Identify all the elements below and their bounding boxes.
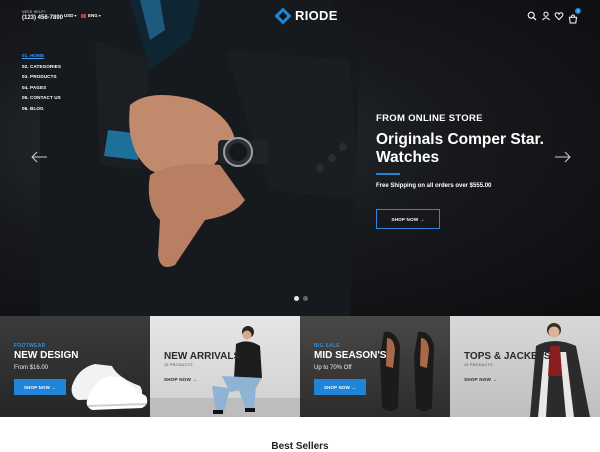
hero-content: FROM ONLINE STORE Originals Comper Star.…: [376, 113, 576, 189]
main-nav: 01. HOME 02. CATEGORIES 03. PRODUCTS 04.…: [22, 53, 82, 117]
banner-mid-season[interactable]: BIG SALE MID SEASON'S Up to 70% Off SHOP…: [300, 316, 450, 417]
chevron-down-icon: ▾: [74, 13, 77, 18]
help-contact[interactable]: NEED HELP? (123) 456-7890: [22, 10, 63, 22]
cart-icon: [568, 14, 578, 24]
header: NEED HELP? (123) 456-7890 USD▾ ENG▾ RIOD…: [0, 0, 600, 32]
nav-item-products[interactable]: 03. PRODUCTS: [22, 74, 82, 85]
banner-subtitle: 15 PRODUCTS: [164, 363, 193, 367]
search-icon[interactable]: [527, 11, 537, 21]
logo-text: RIODE: [295, 8, 338, 23]
category-banners: FOOTWEAR NEW DESIGN From $16.00 SHOP NOW…: [0, 316, 600, 417]
hero-shop-now-button[interactable]: SHOP NOW →: [376, 209, 440, 229]
banner-subtitle: From $16.00: [14, 365, 49, 371]
cart-button[interactable]: 0: [568, 8, 581, 24]
accent-divider: [376, 173, 400, 175]
currency-select[interactable]: USD▾: [64, 13, 77, 18]
nav-item-blog[interactable]: 06. BLOG: [22, 106, 82, 117]
cart-count-badge: 0: [575, 8, 581, 14]
phone-number[interactable]: (123) 456-7890: [22, 14, 63, 22]
slide-dot-2[interactable]: [303, 296, 308, 301]
language-select[interactable]: ENG▾: [81, 13, 101, 18]
banner-footwear[interactable]: FOOTWEAR NEW DESIGN From $16.00 SHOP NOW…: [0, 316, 150, 417]
slider-dots: [294, 296, 308, 301]
banner-subtitle: 15 PRODUCTS: [464, 363, 493, 367]
banner-tops-jackets[interactable]: TOPS & JACKETS 15 PRODUCTS SHOP NOW →: [450, 316, 600, 417]
logo-mark-icon: [274, 7, 292, 24]
slide-dot-1[interactable]: [294, 296, 299, 301]
hero-shipping-note: Free Shipping on all orders over $555.00: [376, 183, 492, 189]
banner-title: NEW DESIGN: [14, 350, 79, 361]
banner-shop-now-link[interactable]: SHOP NOW →: [464, 377, 497, 382]
nav-item-pages[interactable]: 04. PAGES: [22, 85, 82, 96]
hero-slider: NEED HELP? (123) 456-7890 USD▾ ENG▾ RIOD…: [0, 0, 600, 316]
user-icon[interactable]: [541, 11, 551, 21]
hero-eyebrow: FROM ONLINE STORE: [376, 113, 483, 124]
nav-item-home[interactable]: 01. HOME: [22, 53, 82, 64]
currency-value: USD: [64, 13, 74, 18]
section-title-best-sellers: Best Sellers: [271, 441, 329, 452]
banner-title: NEW ARRIVALS: [164, 351, 241, 362]
prev-slide-arrow-icon[interactable]: [30, 150, 50, 164]
banner-tag: BIG SALE: [314, 343, 341, 349]
next-slide-arrow-icon[interactable]: [552, 150, 572, 164]
nav-item-contact-us[interactable]: 05. CONTACT US: [22, 95, 82, 106]
flag-icon: [81, 14, 86, 18]
banner-title: MID SEASON'S: [314, 350, 387, 361]
banner-shop-now-link[interactable]: SHOP NOW →: [164, 377, 197, 382]
nav-item-categories[interactable]: 02. CATEGORIES: [22, 64, 82, 75]
banner-new-arrivals[interactable]: NEW ARRIVALS 15 PRODUCTS SHOP NOW →: [150, 316, 300, 417]
banner-shop-now-button[interactable]: SHOP NOW →: [314, 379, 366, 395]
banner-title: TOPS & JACKETS: [464, 351, 551, 362]
banner-tag: FOOTWEAR: [14, 343, 46, 349]
banner-subtitle: Up to 70% Off: [314, 365, 352, 371]
hero-headline: Originals Comper Star. Watches: [376, 131, 544, 166]
chevron-down-icon: ▾: [98, 13, 101, 18]
banner-shop-now-button[interactable]: SHOP NOW →: [14, 379, 66, 395]
language-value: ENG: [88, 13, 98, 18]
heart-icon[interactable]: [554, 11, 564, 21]
site-logo[interactable]: RIODE: [274, 7, 338, 24]
